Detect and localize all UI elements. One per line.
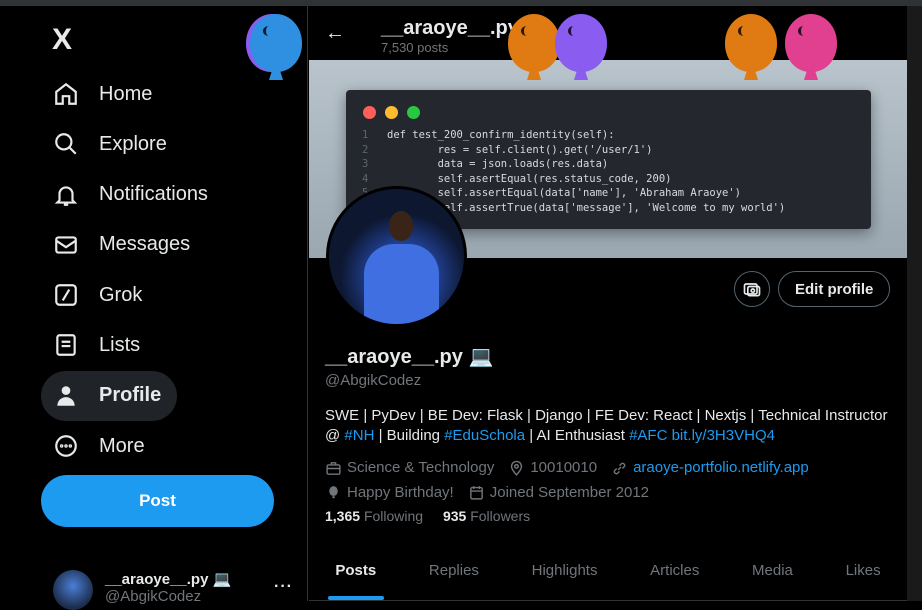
website-link[interactable]: araoye-portfolio.netlify.app [633,458,809,478]
line-number: 1 [362,129,369,141]
nav-label: Home [99,82,153,105]
followers-link[interactable]: 935 Followers [443,508,530,524]
account-name: __araoye__.py 💻 [105,571,232,588]
bio-url-link[interactable]: bit.ly/3H3VHQ4 [672,427,775,444]
profile-avatar[interactable] [326,186,467,327]
media-settings-button[interactable] [734,271,770,307]
briefcase-icon [326,461,341,475]
calendar-icon [469,486,483,500]
account-switcher[interactable]: __araoye__.py 💻 @AbgikCodez ··· [53,570,293,610]
birthday-balloon-icon [250,14,302,72]
birthday-balloon-icon [508,14,560,72]
profile-name: __araoye__.py 💻 [325,346,494,368]
join-date: Joined September 2012 [489,483,650,501]
following-label: Following [363,508,424,524]
bell-icon [54,185,78,206]
code-text: def test_200_confirm_identity(self): [387,129,615,141]
code-line: 1 def test_200_confirm_identity(self): [362,128,785,143]
birthday-balloon-icon [725,14,777,72]
mail-icon [55,236,77,254]
edit-profile-button[interactable]: Edit profile [778,271,891,307]
following-link[interactable]: 1,365 Following [325,508,423,524]
nav-label: Lists [99,333,141,356]
back-arrow-icon[interactable]: ← [325,22,345,45]
code-text: data = json.loads(res.data) [387,158,609,171]
sidebar: X Home Explore Notifications Messages Gr… [0,6,308,610]
hashtag-link[interactable]: #AFC [629,427,667,444]
line-number: 3 [362,158,369,171]
code-line: 4 self.asertEqual(res.status_code, 200) [362,172,785,187]
category: Science & Technology [347,459,495,476]
nav-label: Explore [99,132,167,155]
nav-profile[interactable]: Profile [41,370,178,421]
nav-label: Messages [99,233,191,256]
x-logo[interactable]: X [52,23,72,57]
nav-notifications[interactable]: Notifications [41,170,224,220]
code-line: 3 data = json.loads(res.data) [362,157,785,172]
followers-count: 935 [442,508,467,524]
nav-label: Profile [99,384,162,407]
nav-label: Grok [99,283,143,306]
nav-label: Notifications [99,183,208,206]
grok-icon [55,284,77,307]
tab-highlights[interactable]: Highlights [505,546,624,600]
profile-main: ← __araoye__.py 💻 7,530 posts 1 def test_… [309,6,907,601]
home-icon [55,82,77,105]
nav-list: Home Explore Notifications Messages Grok… [41,69,224,471]
profile-handle: @AbgikCodez [325,372,422,389]
balloon-icon [329,486,338,499]
more-circle-icon [55,435,77,457]
code-line: 2 res = self.client().get('/user/1') [362,143,785,158]
window-dots [363,106,420,119]
profile-tabs: Posts Replies Highlights Articles Media … [309,546,907,601]
birthday: Happy Birthday! [347,483,454,501]
profile-meta: Science & Technology 10010010 araoye-portf… [325,458,895,507]
hashtag-link[interactable]: #EduSchola [444,427,525,444]
location: 10010010 [530,459,598,476]
code-text: res = self.client().get('/user/1') [387,143,653,156]
followers-label: Followers [470,508,531,524]
search-icon [55,133,77,155]
nav-more[interactable]: More [41,421,161,471]
code-text: self.assertEqual(data['name'], 'Abraham … [387,187,742,200]
follow-stats: 1,365 Following 935 Followers [325,508,530,524]
nav-home[interactable]: Home [41,69,168,119]
link-icon [613,462,626,474]
post-count: 7,530 posts [381,40,449,55]
person-icon [57,386,75,406]
profile-bio: SWE | PyDev | BE Dev: Flask | Django | F… [325,406,895,446]
tab-articles[interactable]: Articles [624,546,726,600]
hashtag-link[interactable]: #NH [344,427,374,444]
tab-replies[interactable]: Replies [403,546,506,600]
birthday-balloon-icon [555,14,607,72]
nav-lists[interactable]: Lists [41,320,156,370]
account-handle: @AbgikCodez [105,588,202,605]
more-icon[interactable]: ··· [274,578,293,596]
tab-likes[interactable]: Likes [819,546,907,600]
nav-grok[interactable]: Grok [41,270,158,320]
line-number: 2 [362,143,369,156]
nav-messages[interactable]: Messages [41,220,206,270]
line-number: 4 [362,172,369,185]
avatar [53,570,93,610]
following-count: 1,365 [325,508,361,524]
tab-media[interactable]: Media [726,546,820,600]
nav-explore[interactable]: Explore [41,119,183,169]
bio-text: | Building [374,427,445,444]
birthday-balloon-icon [785,14,837,72]
nav-label: More [99,434,145,457]
scrollbar[interactable] [907,6,922,601]
code-text: self.asertEqual(res.status_code, 200) [387,172,672,185]
bio-text: | AI Enthusiast [525,427,630,444]
post-button[interactable]: Post [41,475,274,527]
media-icon [743,283,761,297]
tab-posts[interactable]: Posts [309,546,403,600]
location-icon [511,460,523,476]
list-icon [56,334,76,357]
